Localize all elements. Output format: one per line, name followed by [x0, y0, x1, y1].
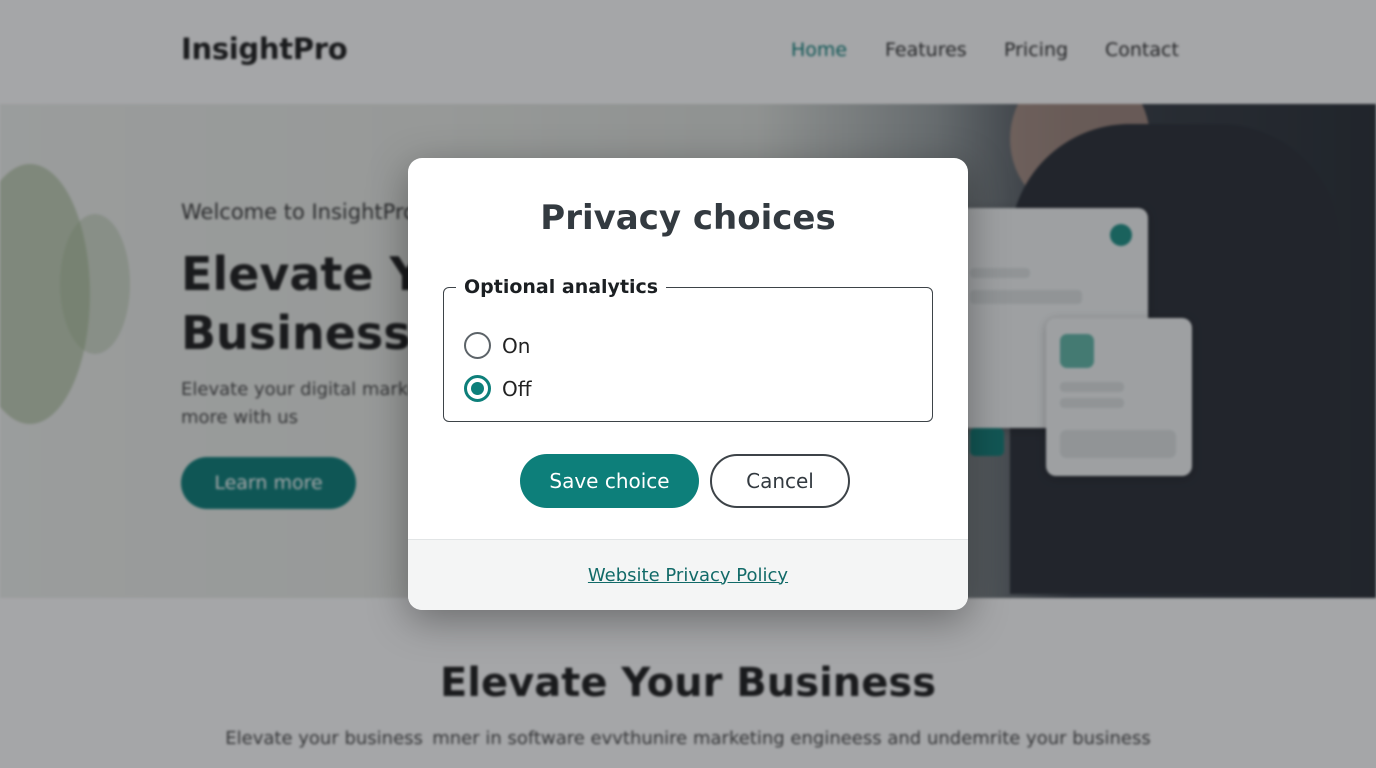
dialog-title: Privacy choices — [540, 198, 836, 238]
cancel-button[interactable]: Cancel — [710, 454, 850, 508]
privacy-policy-link[interactable]: Website Privacy Policy — [588, 565, 788, 586]
radio-option-on[interactable]: On — [464, 332, 530, 359]
radio-off-label[interactable]: Off — [502, 377, 532, 401]
radio-off-button[interactable] — [464, 375, 491, 402]
optional-analytics-group: Optional analytics On Off — [443, 276, 933, 422]
save-choice-button[interactable]: Save choice — [520, 454, 699, 508]
dialog-footer: Website Privacy Policy — [408, 539, 968, 610]
radio-on-label[interactable]: On — [502, 334, 530, 358]
radio-on-button[interactable] — [464, 332, 491, 359]
privacy-choices-dialog: Privacy choices Optional analytics On Of… — [408, 158, 968, 610]
optional-analytics-legend: Optional analytics — [464, 276, 659, 298]
radio-option-off[interactable]: Off — [464, 375, 532, 402]
